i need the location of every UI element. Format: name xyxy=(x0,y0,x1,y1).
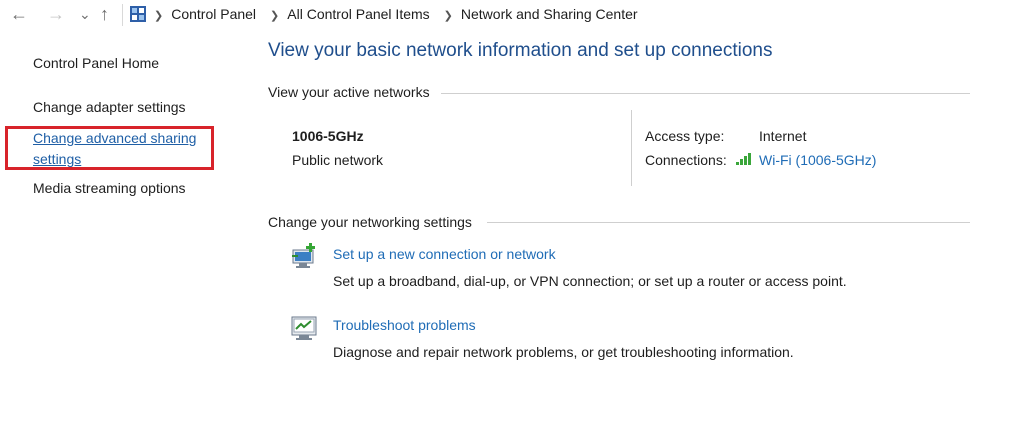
back-arrow-icon[interactable]: ← xyxy=(10,4,28,24)
access-type-value: Internet xyxy=(759,128,807,144)
section-divider xyxy=(487,222,970,223)
setup-new-connection-link[interactable]: Set up a new connection or network xyxy=(333,246,556,262)
troubleshoot-problems-description: Diagnose and repair network problems, or… xyxy=(333,344,794,360)
troubleshoot-problems-link[interactable]: Troubleshoot problems xyxy=(333,317,476,333)
up-arrow-icon[interactable]: ↑ xyxy=(100,4,109,24)
change-advanced-sharing-settings-link[interactable]: Change advanced sharing settings xyxy=(33,128,208,170)
network-type: Public network xyxy=(292,152,384,168)
change-adapter-settings-link[interactable]: Change adapter settings xyxy=(33,99,186,115)
forward-arrow-icon[interactable]: → xyxy=(47,4,65,24)
breadcrumb-item[interactable]: Control Panel xyxy=(171,6,256,22)
networking-settings-header: Change your networking settings xyxy=(268,214,472,230)
breadcrumb-chevron-icon[interactable]: ❯ xyxy=(270,10,279,22)
breadcrumb-item[interactable]: Network and Sharing Center xyxy=(461,6,638,22)
address-bar: ← → ⌄ ↑ ❯ Control Panel ❯ All Control Panel… xyxy=(0,0,1024,30)
setup-new-connection-description: Set up a broadband, dial-up, or VPN conn… xyxy=(333,273,847,289)
breadcrumb-chevron-icon[interactable]: ❯ xyxy=(444,10,453,22)
active-networks-header: View your active networks xyxy=(268,84,430,100)
new-connection-icon xyxy=(292,243,315,268)
control-panel-icon xyxy=(130,6,146,22)
connections-label: Connections: xyxy=(645,152,727,168)
media-streaming-options-link[interactable]: Media streaming options xyxy=(33,180,186,196)
wifi-signal-icon xyxy=(736,153,751,165)
network-name: 1006-5GHz xyxy=(292,128,364,144)
section-divider xyxy=(441,93,970,94)
recent-locations-chevron-icon[interactable]: ⌄ xyxy=(79,4,91,24)
page-title: View your basic network information and … xyxy=(268,40,773,61)
wifi-connection-link[interactable]: Wi-Fi (1006-5GHz) xyxy=(759,152,876,168)
breadcrumb-chevron-icon[interactable]: ❯ xyxy=(154,10,163,22)
vertical-divider xyxy=(631,110,632,186)
breadcrumb: ❯ Control Panel ❯ All Control Panel Items ❯ N… xyxy=(154,6,652,22)
control-panel-home-link[interactable]: Control Panel Home xyxy=(33,55,159,71)
access-type-label: Access type: xyxy=(645,128,725,144)
address-separator xyxy=(122,4,123,26)
breadcrumb-item[interactable]: All Control Panel Items xyxy=(287,6,429,22)
troubleshoot-icon xyxy=(291,316,317,340)
